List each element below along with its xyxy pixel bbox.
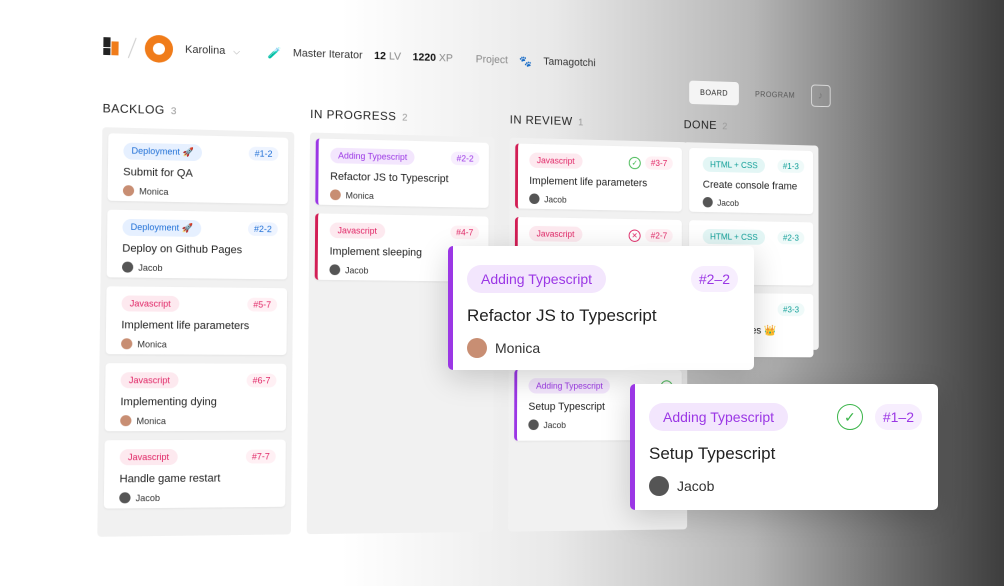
task-tag: Adding Typescript: [649, 403, 788, 431]
assignee-name: Jacob: [136, 493, 161, 503]
column-header: IN PROGRESS 2: [310, 107, 495, 127]
close-icon: ✕: [629, 229, 641, 241]
task-card[interactable]: Javascript #7-7 Handle game restart Jacob: [104, 440, 286, 509]
project-label: Project: [476, 54, 508, 67]
assignee-name: Monica: [139, 186, 168, 196]
avatar: [703, 197, 713, 208]
task-number: #1-3: [777, 159, 804, 173]
user-avatar[interactable]: [145, 35, 173, 63]
project-icon: 🐾: [519, 55, 532, 68]
column-body: Deployment 🚀 #1-2 Submit for QA Monica De…: [97, 127, 294, 537]
avatar: [529, 193, 539, 204]
check-icon: ✓: [629, 156, 641, 169]
task-number: #2-2: [451, 151, 480, 165]
task-number: #3-3: [778, 303, 805, 316]
task-number: #3-7: [645, 156, 672, 170]
task-number: #7-7: [246, 450, 276, 464]
task-number: #2-2: [248, 222, 278, 236]
floating-task-card[interactable]: Adding Typescript #2–2 Refactor JS to Typ…: [448, 246, 754, 370]
avatar: [121, 338, 132, 349]
task-tag: Adding Typescript: [467, 265, 606, 293]
task-tag: Javascript: [529, 226, 582, 242]
task-number: #2-7: [645, 229, 673, 243]
column-header: IN REVIEW 1: [510, 113, 688, 133]
assignee-name: Jacob: [717, 198, 739, 208]
divider: [128, 38, 137, 58]
avatar: [119, 492, 130, 503]
task-title: Implement life parameters: [529, 175, 672, 189]
task-number: #4-7: [450, 225, 479, 239]
column-backlog: BACKLOG 3 Deployment 🚀 #1-2 Submit for QA …: [97, 101, 294, 536]
task-title: Deploy on Github Pages: [122, 243, 277, 257]
assignee-name: Jacob: [138, 262, 162, 272]
task-tag: Deployment 🚀: [123, 142, 201, 161]
task-card[interactable]: Javascript ✓ #3-7 Implement life parameter…: [515, 144, 682, 212]
level-title: Master Iterator: [293, 48, 363, 62]
assignee-name: Jacob: [543, 420, 566, 430]
task-number: #6-7: [247, 374, 277, 388]
task-tag: Deployment 🚀: [122, 218, 201, 236]
project-name[interactable]: Tamagotchi: [543, 56, 595, 69]
assignee-name: Monica: [495, 340, 540, 356]
task-title: Handle game restart: [119, 472, 275, 485]
avatar: [329, 264, 340, 275]
avatar: [120, 415, 131, 426]
task-tag: Javascript: [330, 222, 385, 238]
task-number: #1–2: [875, 404, 922, 430]
bell-icon[interactable]: ♪: [811, 84, 831, 107]
user-name[interactable]: Karolina: [185, 44, 225, 57]
task-tag: Adding Typescript: [330, 148, 415, 165]
task-card[interactable]: Deployment 🚀 #1-2 Submit for QA Monica: [108, 133, 289, 204]
task-number: #2–2: [691, 266, 738, 292]
avatar: [528, 419, 538, 430]
task-title: Implement life parameters: [121, 319, 277, 332]
task-number: #1-2: [249, 147, 279, 161]
assignee-name: Jacob: [677, 478, 714, 494]
column-header: BACKLOG 3: [102, 101, 294, 122]
task-title: Refactor JS to Typescript: [467, 306, 738, 326]
level-icon: 🧪: [268, 46, 282, 59]
task-tag: HTML + CSS: [703, 157, 765, 173]
level-value: 12 LV: [374, 50, 401, 62]
assignee-name: Jacob: [345, 265, 368, 275]
board-view-button[interactable]: BOARD: [689, 81, 739, 106]
task-number: #2-3: [778, 231, 805, 244]
assignee-name: Monica: [137, 339, 166, 349]
task-number: #5-7: [247, 298, 277, 312]
task-tag: Javascript: [529, 152, 582, 168]
task-tag: Javascript: [120, 449, 178, 465]
avatar: [649, 476, 669, 496]
task-card[interactable]: Adding Typescript #2-2 Refactor JS to Typ…: [315, 138, 489, 207]
task-card[interactable]: Javascript #5-7 Implement life parameters…: [106, 286, 287, 355]
task-card[interactable]: HTML + CSS #1-3 Create console frame Jaco…: [689, 148, 813, 214]
task-title: Implementing dying: [120, 396, 276, 408]
task-tag: Javascript: [121, 372, 178, 388]
task-tag: Javascript: [122, 295, 179, 311]
floating-task-card[interactable]: Adding Typescript ✓ #1–2 Setup Typescript …: [630, 384, 938, 510]
avatar: [467, 338, 487, 358]
assignee-name: Monica: [136, 416, 166, 426]
avatar: [123, 185, 134, 196]
check-icon: ✓: [837, 404, 863, 430]
assignee-name: Monica: [346, 190, 374, 200]
xp-value: 1220 XP: [413, 52, 453, 65]
avatar: [122, 262, 133, 273]
task-title: Setup Typescript: [649, 444, 922, 464]
task-card[interactable]: Deployment 🚀 #2-2 Deploy on Github Pages …: [107, 210, 288, 280]
avatar: [330, 189, 341, 200]
task-tag: HTML + CSS: [703, 229, 765, 245]
assignee-name: Jacob: [544, 194, 566, 204]
program-view-button[interactable]: PROGRAM: [744, 82, 805, 107]
task-tag: Adding Typescript: [528, 378, 610, 393]
task-title: Create console frame: [703, 179, 804, 192]
view-switcher: BOARD PROGRAM ♪: [689, 81, 830, 109]
task-card[interactable]: Javascript #6-7 Implementing dying Monica: [105, 363, 287, 431]
task-title: Refactor JS to Typescript: [330, 171, 479, 186]
app-logo-icon[interactable]: [103, 37, 119, 57]
chevron-down-icon[interactable]: ⌵: [233, 46, 240, 57]
task-title: Submit for QA: [123, 166, 278, 181]
column-header: DONE 2: [684, 118, 819, 137]
